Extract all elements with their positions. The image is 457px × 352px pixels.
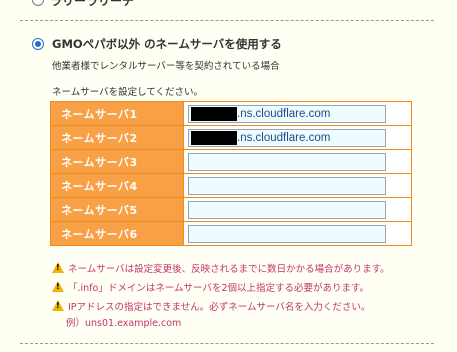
example-text: 例）uns01.example.com xyxy=(66,318,182,329)
nameserver-input[interactable] xyxy=(188,152,386,171)
nameserver-row: ネームサーバ5 xyxy=(50,197,412,222)
note-text: 「.info」ドメインはネームサーバを2個以上指定する必要があります。 xyxy=(68,282,370,294)
warning-icon xyxy=(52,300,64,311)
nameserver-value: .ns.cloudflare.com xyxy=(237,131,331,144)
nameserver-value: .ns.cloudflare.com xyxy=(237,107,331,120)
divider-top xyxy=(20,20,434,21)
nameserver-row: ネームサーバ1 .ns.cloudflare.com xyxy=(50,101,412,126)
divider-bottom xyxy=(20,343,434,344)
previous-option-radio[interactable] xyxy=(32,0,44,6)
note-item: ネームサーバは設定変更後、反映されるまでに数日かかる場合があります。 xyxy=(52,258,390,277)
nameserver-input[interactable] xyxy=(188,176,386,195)
instruction-text: ネームサーバを設定してください。 xyxy=(52,87,204,98)
previous-option[interactable]: ラリーラリーチ xyxy=(32,0,134,9)
nameserver-input[interactable]: .ns.cloudflare.com xyxy=(188,104,386,123)
nameserver-label: ネームサーバ2 xyxy=(50,125,184,150)
warning-icon xyxy=(52,262,64,273)
redaction-block xyxy=(191,130,237,145)
nameserver-table: ネームサーバ1 .ns.cloudflare.com ネームサーバ2 .ns.c… xyxy=(50,101,412,246)
nameserver-label: ネームサーバ3 xyxy=(50,149,184,174)
nameserver-row: ネームサーバ6 xyxy=(50,221,412,246)
other-nameserver-radio[interactable] xyxy=(32,38,44,50)
other-nameserver-label: GMOペパボ以外 のネームサーバを使用する xyxy=(52,37,282,51)
option-description: 他業者様でレンタルサーバー等を契約されている場合 xyxy=(52,61,280,72)
nameserver-row: ネームサーバ3 xyxy=(50,149,412,174)
other-nameserver-option[interactable]: GMOペパボ以外 のネームサーバを使用する xyxy=(32,36,282,52)
nameserver-input[interactable]: .ns.cloudflare.com xyxy=(188,128,386,147)
nameserver-input[interactable] xyxy=(188,224,386,243)
nameserver-label: ネームサーバ1 xyxy=(50,101,184,126)
nameserver-input[interactable] xyxy=(188,200,386,219)
note-text: IPアドレスの指定はできません。必ずネームサーバ名を入力ください。 xyxy=(68,301,371,313)
nameserver-label: ネームサーバ4 xyxy=(50,173,184,198)
nameserver-row: ネームサーバ2 .ns.cloudflare.com xyxy=(50,125,412,150)
warning-icon xyxy=(52,281,64,292)
nameserver-label: ネームサーバ5 xyxy=(50,197,184,222)
note-item: 「.info」ドメインはネームサーバを2個以上指定する必要があります。 xyxy=(52,277,390,296)
previous-option-label: ラリーラリーチ xyxy=(50,0,135,8)
note-text: ネームサーバは設定変更後、反映されるまでに数日かかる場合があります。 xyxy=(68,263,390,275)
redaction-block xyxy=(191,106,237,121)
notes-list: ネームサーバは設定変更後、反映されるまでに数日かかる場合があります。 「.inf… xyxy=(52,258,390,329)
note-item: IPアドレスの指定はできません。必ずネームサーバ名を入力ください。 xyxy=(52,296,390,315)
nameserver-row: ネームサーバ4 xyxy=(50,173,412,198)
nameserver-label: ネームサーバ6 xyxy=(50,221,184,246)
